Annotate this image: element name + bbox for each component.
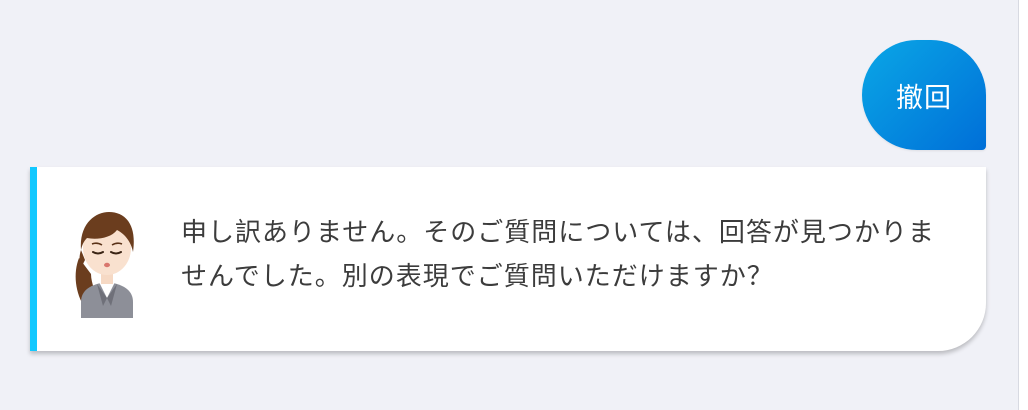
scrollbar-track[interactable] <box>1018 0 1028 410</box>
bot-message-text: 申し訳ありません。そのご質問については、回答が見つかりませんでした。別の表現でご… <box>181 218 935 292</box>
user-message-bubble: 撤回 <box>862 40 986 150</box>
woman-operator-avatar-icon <box>75 212 134 318</box>
chat-window: 撤回 申し訳ありません。そのご質問については、回答が見つかりませんでした。別の表… <box>0 0 1028 410</box>
user-message-text: 撤回 <box>896 82 952 114</box>
bot-message-card: 申し訳ありません。そのご質問については、回答が見つかりませんでした。別の表現でご… <box>30 167 986 351</box>
